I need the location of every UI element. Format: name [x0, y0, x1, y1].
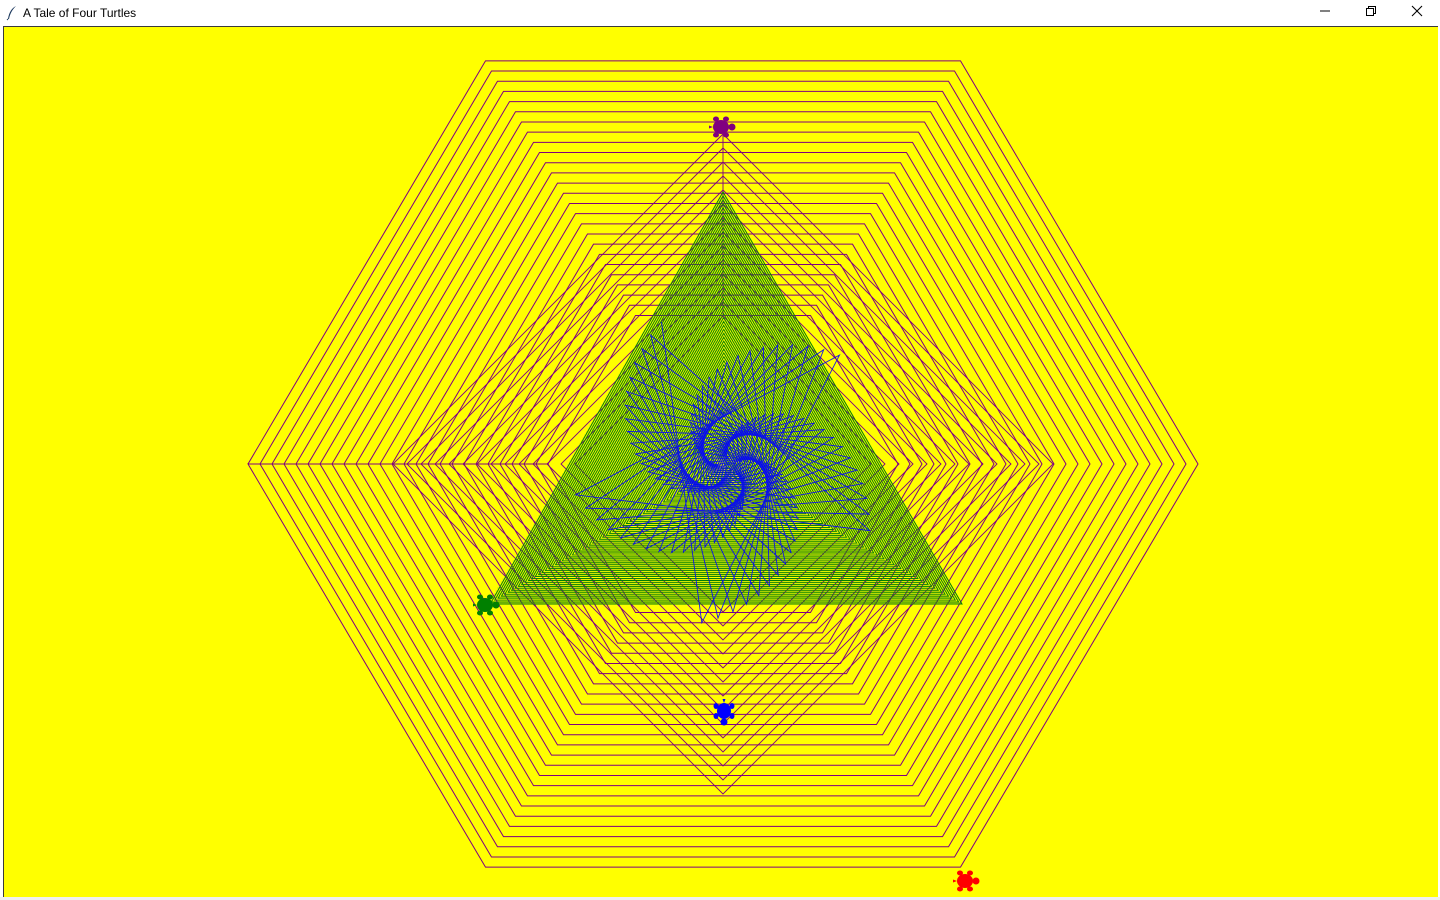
close-icon[interactable] — [1394, 0, 1440, 22]
blue-turtle-icon — [713, 699, 735, 726]
window-controls — [1302, 0, 1440, 26]
title-bar: A Tale of Four Turtles — [0, 0, 1440, 26]
turtle-drawing — [247, 60, 1199, 892]
red-turtle-icon — [953, 870, 980, 892]
restore-icon[interactable] — [1348, 0, 1394, 22]
turtle-canvas — [3, 26, 1438, 897]
minimize-icon[interactable] — [1302, 0, 1348, 22]
feather-icon — [4, 5, 20, 21]
window-title: A Tale of Four Turtles — [23, 6, 137, 20]
green-turtle-icon — [473, 594, 500, 616]
